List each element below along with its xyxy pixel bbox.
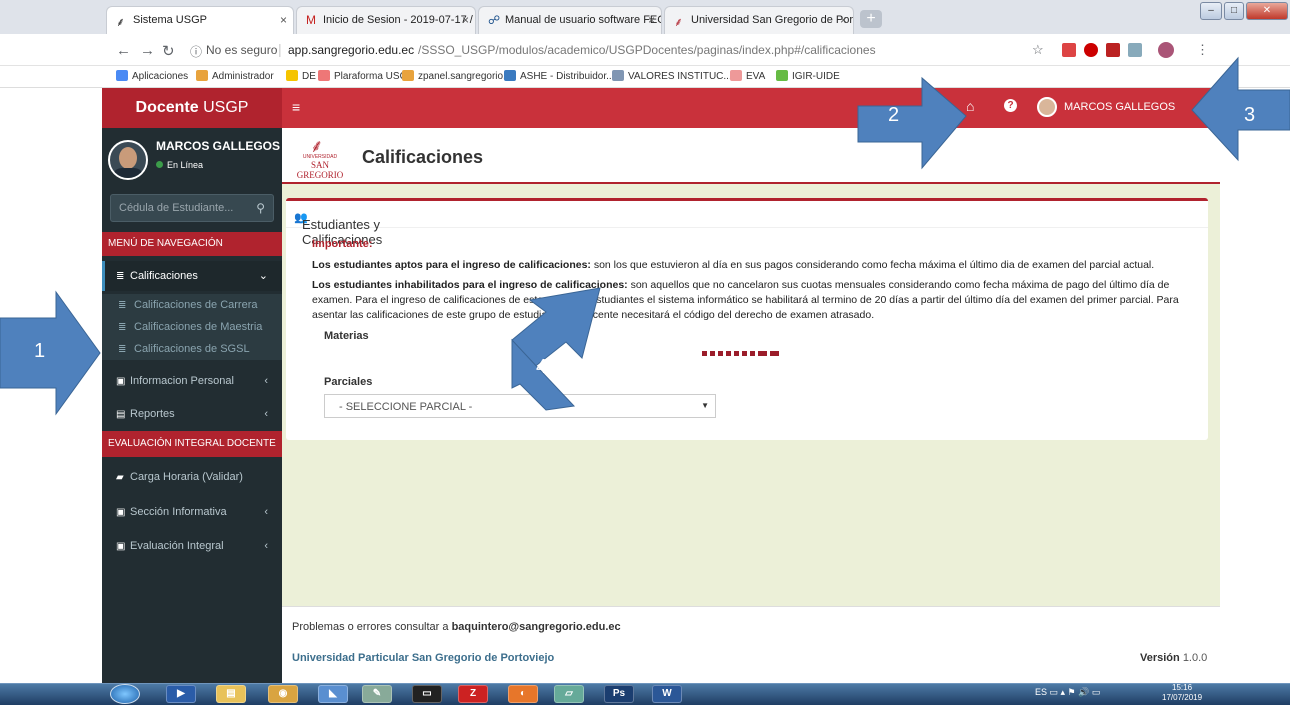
photoshop-taskbar-icon[interactable]: Ps — [604, 685, 634, 703]
start-button[interactable] — [110, 684, 140, 704]
annotation-label-4: 4 — [536, 356, 548, 378]
files-taskbar-icon[interactable]: ▱ — [554, 685, 584, 703]
annotation-arrow-2 — [857, 76, 967, 170]
language-indicator[interactable]: ES — [1035, 687, 1047, 697]
annotation-arrow-3 — [1191, 56, 1290, 162]
annotation-label-1: 1 — [34, 340, 46, 362]
explorer-taskbar-icon[interactable]: ▤ — [216, 685, 246, 703]
annotation-arrows — [0, 56, 1290, 416]
editor-taskbar-icon[interactable]: ✎ — [362, 685, 392, 703]
system-clock[interactable]: 15:16 17/07/2019 — [1162, 683, 1202, 703]
annotation-label-3: 3 — [1244, 104, 1256, 126]
word-taskbar-icon[interactable]: W — [652, 685, 682, 703]
terminal-taskbar-icon[interactable]: ▭ — [412, 685, 442, 703]
media-taskbar-icon[interactable]: ▶ — [166, 685, 196, 703]
filezilla-taskbar-icon[interactable]: Z — [458, 685, 488, 703]
firefox-taskbar-icon[interactable]: ◐ — [508, 685, 538, 703]
annotation-label-2: 2 — [888, 104, 900, 126]
chrome-taskbar-icon[interactable]: ◉ — [268, 685, 298, 703]
system-tray: ES ▭ ▴ ⚑ 🔊 ▭ — [1035, 687, 1101, 697]
app-taskbar-icon[interactable]: ◣ — [318, 685, 348, 703]
annotation-arrow-1 — [0, 290, 101, 416]
